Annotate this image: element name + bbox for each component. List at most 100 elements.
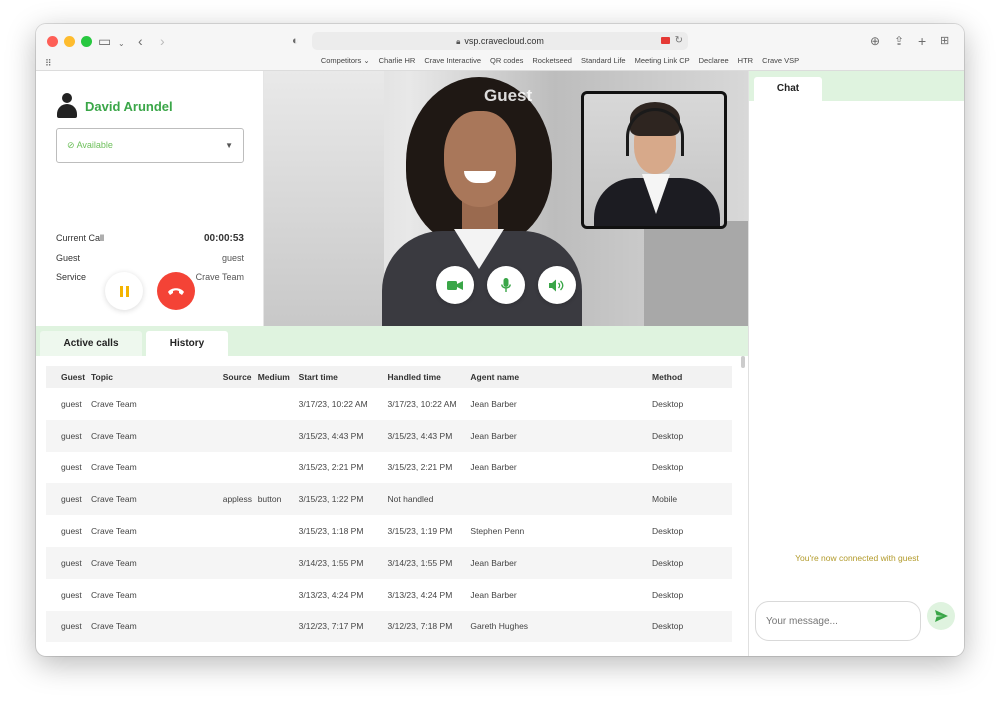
camera-recording-icon[interactable] xyxy=(661,37,670,44)
cell-method: Desktop xyxy=(652,621,684,632)
cell-guest: guest xyxy=(61,589,82,600)
chat-message-input[interactable] xyxy=(755,601,921,641)
service-value: Crave Team xyxy=(195,272,244,282)
browser-window: ▭ ⌄ ‹ › ◐ 🔒︎ vsp.cravecloud.com ↻ ⊕ ⇪ + ⊞… xyxy=(36,24,964,656)
cell-method: Desktop xyxy=(652,557,684,568)
video-camera-icon xyxy=(447,280,463,290)
cell-source xyxy=(223,388,258,420)
column-header-medium[interactable]: Medium xyxy=(257,366,299,388)
cell-agent-name: Jean Barber xyxy=(470,589,517,600)
shield-icon[interactable]: ◐ xyxy=(292,33,299,49)
bookmark-item[interactable]: Declaree xyxy=(699,56,729,70)
microphone-toggle-button[interactable] xyxy=(487,266,525,304)
bookmark-item[interactable]: Meeting Link CP xyxy=(635,56,690,70)
url-text: vsp.cravecloud.com xyxy=(464,36,544,46)
column-header-topic[interactable]: Topic xyxy=(90,366,223,388)
status-dropdown[interactable]: ⊘︎ Available ▼ xyxy=(56,128,244,163)
tab-chat[interactable]: Chat xyxy=(754,77,822,101)
table-row[interactable]: guest Crave Team 3/15/23, 4:43 PM 3/15/23, … xyxy=(46,419,732,452)
cell-start-time: 3/14/23, 1:55 PM xyxy=(298,557,364,568)
table-header-row: Guest Topic Source Medium Start time Han… xyxy=(46,366,732,388)
tab-active-calls[interactable]: Active calls xyxy=(40,331,142,356)
address-bar[interactable]: 🔒︎ vsp.cravecloud.com ↻ xyxy=(312,32,688,50)
cell-medium xyxy=(258,579,299,611)
speaker-icon xyxy=(549,279,564,291)
chevron-down-icon[interactable]: ⌄ xyxy=(118,36,125,52)
chat-connected-message: You're now connected with guest xyxy=(795,553,919,563)
new-tab-icon[interactable]: + xyxy=(918,33,926,49)
guest-video-label: Guest xyxy=(484,86,533,105)
cell-guest: guest xyxy=(61,621,82,632)
minimize-window-button[interactable] xyxy=(64,36,75,47)
check-circle-icon: ⊘︎ xyxy=(67,140,75,150)
cell-start-time: 3/15/23, 4:43 PM xyxy=(298,430,364,441)
bookmark-item[interactable]: Competitors ⌄ xyxy=(321,56,370,70)
cell-start-time: 3/13/23, 4:24 PM xyxy=(298,589,364,600)
end-call-button[interactable] xyxy=(157,272,195,310)
bookmark-item[interactable]: HTR xyxy=(738,56,753,70)
service-label: Service xyxy=(56,272,87,282)
bookmark-item[interactable]: Crave Interactive xyxy=(424,56,481,70)
close-window-button[interactable] xyxy=(47,36,58,47)
cell-medium xyxy=(258,547,299,579)
speaker-toggle-button[interactable] xyxy=(538,266,576,304)
cell-method: Desktop xyxy=(652,398,684,409)
bookmark-item[interactable]: Charlie HR xyxy=(379,56,416,70)
browser-toolbar: ▭ ⌄ ‹ › ◐ 🔒︎ vsp.cravecloud.com ↻ ⊕ ⇪ + ⊞… xyxy=(36,24,964,71)
download-icon[interactable]: ⊕ xyxy=(870,33,880,49)
status-value: Available xyxy=(76,140,113,150)
bookmark-item[interactable]: QR codes xyxy=(490,56,523,70)
person-icon xyxy=(56,93,78,119)
cell-agent-name: Jean Barber xyxy=(470,398,517,409)
cell-medium xyxy=(258,452,299,484)
back-icon[interactable]: ‹ xyxy=(138,33,143,49)
forward-icon[interactable]: › xyxy=(160,33,165,49)
self-view-video[interactable] xyxy=(581,91,727,229)
bookmark-item[interactable]: Standard Life xyxy=(581,56,626,70)
bookmarks-bar: Competitors ⌄ Charlie HR Crave Interacti… xyxy=(36,56,964,70)
camera-toggle-button[interactable] xyxy=(436,266,474,304)
share-icon[interactable]: ⇪ xyxy=(894,33,904,49)
column-header-handled-time[interactable]: Handled time xyxy=(387,366,471,388)
cell-topic: Crave Team xyxy=(90,494,137,505)
table-row[interactable]: guest Crave Team 3/15/23, 2:21 PM 3/15/23, … xyxy=(46,452,732,484)
zoom-window-button[interactable] xyxy=(81,36,92,47)
cell-agent-name: Jean Barber xyxy=(470,462,517,473)
sidebar-toggle-icon[interactable]: ▭ xyxy=(98,33,111,49)
cell-medium xyxy=(258,611,299,643)
cell-method: Desktop xyxy=(652,430,684,441)
background-blur-shape xyxy=(264,71,384,326)
column-header-agent-name[interactable]: Agent name xyxy=(470,366,653,388)
reload-icon[interactable]: ↻ xyxy=(675,32,683,50)
hold-call-button[interactable] xyxy=(105,272,143,310)
table-row[interactable]: guest Crave Team 3/15/23, 1:18 PM 3/15/23, … xyxy=(46,515,732,547)
column-header-method[interactable]: Method xyxy=(652,366,732,388)
bookmark-item[interactable]: Crave VSP xyxy=(762,56,799,70)
send-message-button[interactable] xyxy=(927,602,955,630)
column-header-source[interactable]: Source xyxy=(222,366,258,388)
cell-topic: Crave Team xyxy=(90,398,137,409)
table-row[interactable]: guest Crave Team 3/14/23, 1:55 PM 3/14/23, … xyxy=(46,546,732,579)
agent-name: David Arundel xyxy=(85,98,173,114)
column-header-guest[interactable]: Guest xyxy=(46,366,91,388)
column-header-start-time[interactable]: Start time xyxy=(298,366,388,388)
cell-agent-name: Jean Barber xyxy=(470,430,517,441)
table-row[interactable]: guest Crave Team 3/13/23, 4:24 PM 3/13/23, … xyxy=(46,579,732,611)
table-scrollbar[interactable] xyxy=(741,356,745,368)
table-row[interactable]: guest Crave Team 3/12/23, 7:17 PM 3/12/23, … xyxy=(46,610,732,643)
call-history-table: Guest Topic Source Medium Start time Han… xyxy=(46,366,732,656)
cell-source xyxy=(223,515,258,547)
cell-handled-time: 3/12/23, 7:18 PM xyxy=(387,621,453,632)
table-row[interactable]: guest Crave Team 3/17/23, 10:22 AM 3/17/23,… xyxy=(46,388,732,420)
cell-guest: guest xyxy=(61,430,82,441)
tab-history[interactable]: History xyxy=(146,331,228,356)
cell-method: Desktop xyxy=(652,462,684,473)
current-call-row: Current Call 00:00:53 xyxy=(56,233,244,244)
bookmark-item[interactable]: Rocketseed xyxy=(532,56,572,70)
cell-medium xyxy=(258,515,299,547)
phone-hangup-icon xyxy=(168,288,184,295)
table-row[interactable]: guest Crave Team appless button 3/15/23, 1:2… xyxy=(46,483,732,516)
cell-handled-time: 3/15/23, 2:21 PM xyxy=(387,462,453,473)
pause-icon xyxy=(118,285,130,297)
tab-overview-icon[interactable]: ⊞ xyxy=(940,33,949,49)
